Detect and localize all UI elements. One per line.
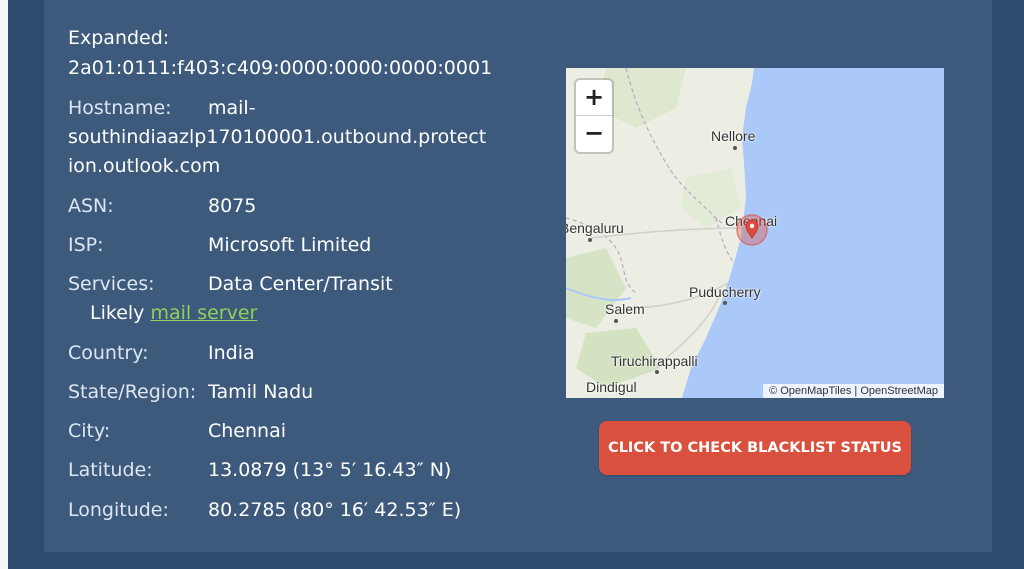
hostname-label: Hostname: [68, 97, 172, 119]
map-label-nellore: Nellore [711, 128, 756, 144]
latitude-label: Latitude: [68, 459, 153, 481]
zoom-out-button[interactable]: − [576, 116, 612, 151]
city-label: City: [68, 420, 111, 442]
services-label: Services: [68, 273, 155, 295]
likely-line: Likely mail server [90, 299, 257, 328]
state-label: State/Region: [68, 381, 197, 403]
expanded-label: Expanded: [68, 27, 170, 49]
map-label-dindigul: Dindigul [586, 379, 637, 395]
check-blacklist-button[interactable]: CLICK TO CHECK BLACKLIST STATUS [599, 421, 911, 475]
map-dot-puducherry [723, 301, 727, 305]
map-label-tiruchirappalli: Tiruchirappalli [611, 353, 698, 369]
map-label-salem: Salem [605, 301, 645, 317]
map-dot-nellore [733, 146, 737, 150]
hostname-value-line2: southindiaazlp170100001.outbound.protect [68, 126, 487, 148]
page-left-edge [0, 0, 8, 569]
map-label-puducherry: Puducherry [689, 284, 761, 300]
map-dot-bengaluru [588, 238, 592, 242]
state-value: Tamil Nadu [208, 381, 314, 403]
map-attribution[interactable]: © OpenMapTiles | OpenStreetMap [763, 384, 944, 398]
map-dot-salem [614, 319, 618, 323]
expanded-value: 2a01:0111:f403:c409:0000:0000:0000:0001 [68, 57, 493, 79]
ip-details-panel: Expanded: 2a01:0111:f403:c409:0000:0000:… [44, 0, 992, 552]
hostname-value-line1: mail- [208, 97, 256, 119]
likely-prefix: Likely [90, 302, 145, 324]
zoom-in-button[interactable]: + [576, 80, 612, 116]
country-value: India [208, 342, 255, 364]
hostname-value-line3: ion.outlook.com [68, 155, 221, 177]
isp-value: Microsoft Limited [208, 234, 372, 256]
longitude-value: 80.2785 (80° 16′ 42.53″ E) [208, 499, 462, 521]
location-marker-icon[interactable] [734, 214, 770, 248]
isp-label: ISP: [68, 234, 104, 256]
zoom-control: + − [576, 80, 612, 152]
longitude-label: Longitude: [68, 499, 169, 521]
map-dot-tiruchirappalli [655, 370, 659, 374]
country-label: Country: [68, 342, 149, 364]
asn-label: ASN: [68, 195, 114, 217]
map-label-bengaluru: Bengaluru [566, 220, 624, 236]
location-map[interactable]: + − Nellore Chennai Bengaluru Puducherry… [566, 68, 944, 398]
latitude-value: 13.0879 (13° 5′ 16.43″ N) [208, 459, 452, 481]
services-value: Data Center/Transit [208, 273, 393, 295]
asn-value: 8075 [208, 195, 257, 217]
mail-server-link[interactable]: mail server [150, 302, 257, 324]
city-value: Chennai [208, 420, 287, 442]
